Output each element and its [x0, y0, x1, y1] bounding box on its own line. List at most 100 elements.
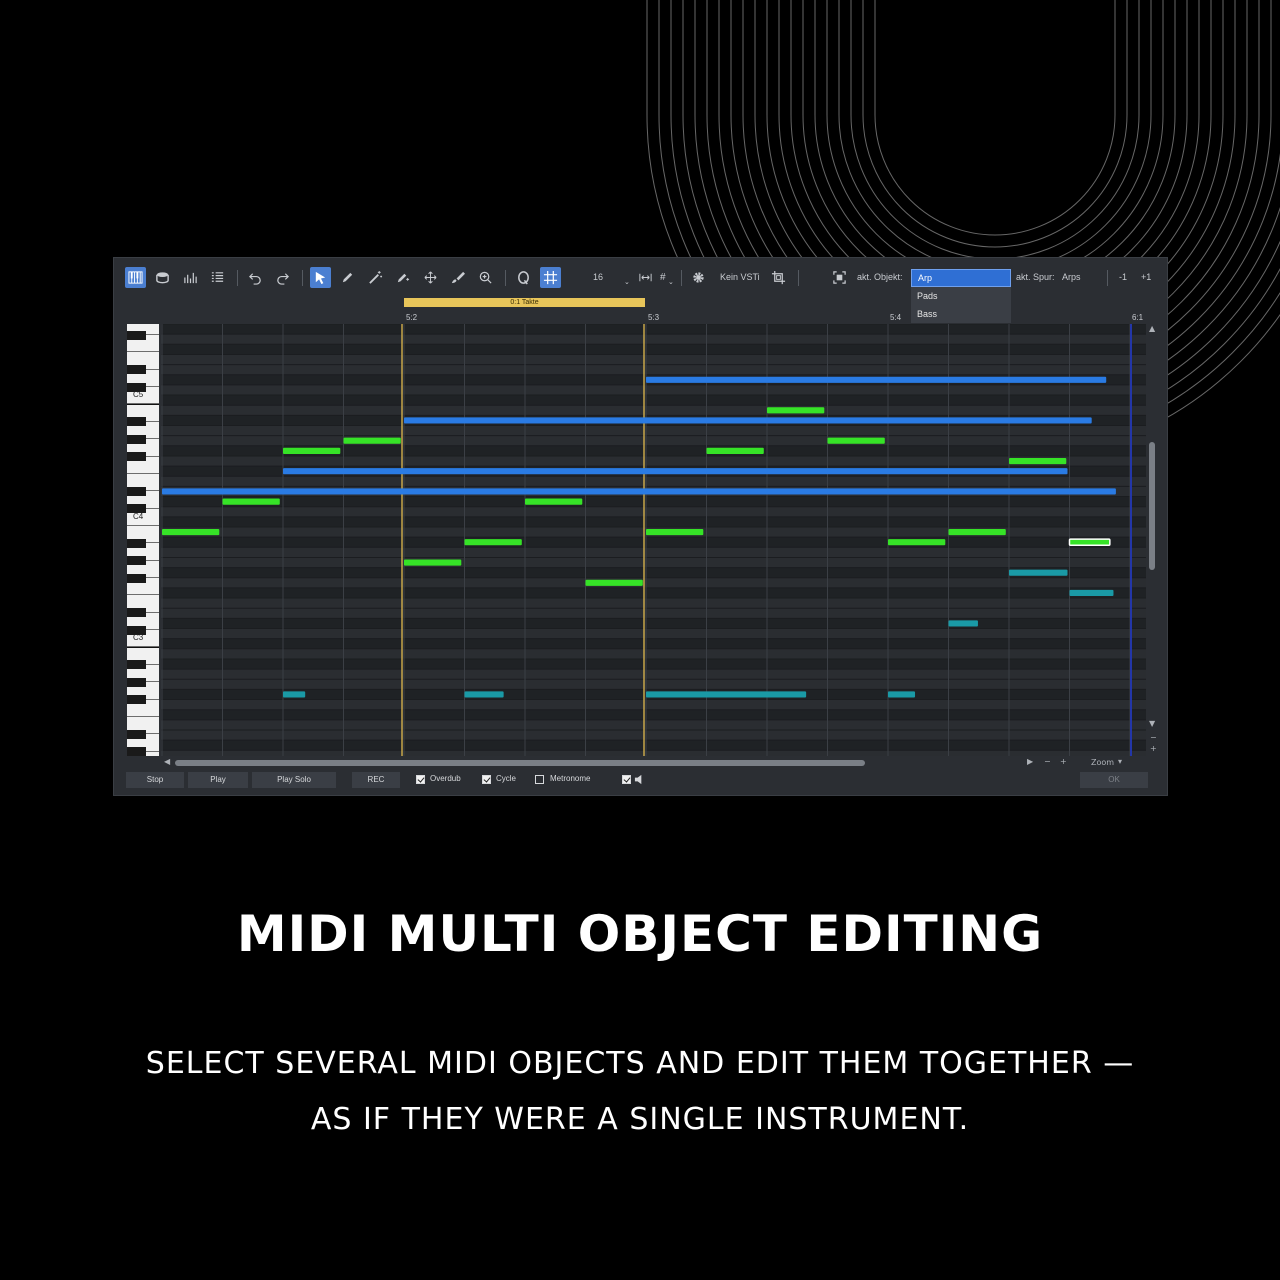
plus-one-button[interactable]: +1 — [1141, 272, 1151, 282]
midi-note[interactable] — [948, 529, 1006, 536]
note-length-icon[interactable] — [635, 267, 656, 288]
select-arrow-icon[interactable] — [310, 267, 331, 288]
undo-icon[interactable] — [245, 267, 266, 288]
object-option-pads[interactable]: Pads — [911, 287, 1011, 305]
piano-roll-view-icon[interactable] — [125, 267, 146, 288]
brush-icon[interactable] — [447, 267, 468, 288]
scroll-up-icon[interactable]: ▲ — [1149, 324, 1155, 333]
black-key[interactable] — [127, 434, 146, 444]
midi-note[interactable] — [283, 468, 1068, 475]
midi-note[interactable] — [827, 437, 885, 444]
scroll-right-icon[interactable]: ▶ — [1027, 757, 1033, 766]
snap-grid-icon[interactable] — [540, 267, 561, 288]
black-key[interactable] — [127, 452, 146, 462]
midi-note[interactable] — [343, 437, 401, 444]
black-key[interactable] — [127, 573, 146, 583]
event-list-icon[interactable] — [207, 267, 228, 288]
black-key[interactable] — [127, 695, 146, 705]
midi-note[interactable] — [1069, 589, 1114, 597]
midi-note[interactable] — [404, 559, 462, 566]
midi-note[interactable] — [706, 447, 764, 454]
scroll-down-icon[interactable]: ▼ — [1149, 719, 1155, 728]
move-tool-icon[interactable] — [420, 267, 441, 288]
redo-icon[interactable] — [272, 267, 293, 288]
track-value[interactable]: Arps — [1062, 272, 1081, 282]
black-key[interactable] — [127, 608, 146, 618]
black-key[interactable] — [127, 417, 146, 427]
metronome-checkbox[interactable] — [535, 775, 544, 784]
midi-note[interactable] — [1009, 457, 1067, 465]
zoom-tool-icon[interactable] — [475, 267, 496, 288]
midi-note[interactable] — [1068, 538, 1111, 547]
midi-note[interactable] — [525, 498, 583, 505]
hzoom-in-icon[interactable]: + — [1060, 757, 1067, 766]
vsti-label[interactable]: Kein VSTi — [720, 272, 760, 282]
fit-view-icon[interactable] — [829, 267, 850, 288]
vzoom-out-icon[interactable]: − — [1150, 733, 1157, 742]
midi-note[interactable] — [162, 529, 220, 536]
black-key[interactable] — [127, 556, 146, 566]
midi-note[interactable] — [162, 488, 1116, 495]
midi-note[interactable] — [888, 539, 946, 546]
black-key[interactable] — [127, 729, 146, 739]
note-grid[interactable] — [161, 324, 1146, 756]
midi-note[interactable] — [585, 579, 643, 586]
piano-keyboard[interactable]: C5 C4 C3 — [127, 324, 159, 756]
grid-value[interactable]: 16 — [593, 272, 603, 282]
play-button[interactable]: Play — [188, 772, 248, 788]
midi-note[interactable] — [283, 691, 306, 698]
midi-note[interactable] — [222, 498, 280, 505]
midi-note[interactable] — [464, 539, 522, 546]
black-key[interactable] — [127, 677, 146, 687]
horizontal-scroll-thumb[interactable] — [175, 760, 865, 766]
overdub-checkbox[interactable] — [416, 775, 425, 784]
play-solo-button[interactable]: Play Solo — [252, 772, 336, 788]
vertical-scrollbar[interactable]: ▲ ▼ − + — [1146, 324, 1160, 756]
midi-note[interactable] — [464, 691, 504, 698]
midi-note[interactable] — [646, 376, 1107, 383]
midi-note[interactable] — [767, 407, 825, 414]
zoom-menu[interactable]: Zoom — [1091, 758, 1114, 767]
vertical-scroll-thumb[interactable] — [1149, 442, 1155, 570]
scroll-left-icon[interactable]: ◀ — [164, 757, 170, 766]
split-tool-icon[interactable] — [392, 267, 413, 288]
grid-row — [161, 557, 1146, 568]
rec-button[interactable]: REC — [352, 772, 400, 788]
midi-note[interactable] — [888, 691, 916, 698]
midi-note[interactable] — [948, 620, 978, 627]
ok-button[interactable]: OK — [1080, 772, 1148, 788]
grid-dropdown-chevron-icon[interactable]: ⌄ — [624, 278, 630, 286]
object-select[interactable]: Arp — [911, 269, 1011, 287]
black-key[interactable] — [127, 330, 146, 340]
object-option-bass[interactable]: Bass — [911, 305, 1011, 323]
cycle-checkbox[interactable] — [482, 775, 491, 784]
black-key[interactable] — [127, 365, 146, 375]
stop-button[interactable]: Stop — [126, 772, 184, 788]
horizontal-scrollbar[interactable]: ◀ ▶ − + Zoom ▾ — [161, 756, 1160, 770]
vzoom-in-icon[interactable]: + — [1150, 744, 1157, 753]
black-key[interactable] — [127, 660, 146, 670]
midi-note[interactable] — [404, 417, 1092, 424]
speaker-checkbox[interactable] — [622, 775, 631, 784]
black-key[interactable] — [127, 747, 146, 756]
grid-row — [161, 496, 1146, 507]
magic-wand-icon[interactable] — [365, 267, 386, 288]
sharp-dropdown-chevron-icon[interactable]: ⌄ — [668, 278, 674, 286]
velocity-view-icon[interactable] — [180, 267, 201, 288]
minus-one-button[interactable]: -1 — [1119, 272, 1127, 282]
crop-icon[interactable] — [768, 267, 789, 288]
zoom-chevron-icon[interactable]: ▾ — [1118, 757, 1122, 766]
midi-note[interactable] — [1009, 569, 1068, 576]
black-key[interactable] — [127, 486, 146, 496]
midi-note[interactable] — [646, 529, 704, 536]
loop-range[interactable]: 0:1 Takte — [404, 298, 645, 307]
midi-note[interactable] — [646, 691, 807, 698]
hzoom-out-icon[interactable]: − — [1044, 757, 1051, 766]
pencil-icon[interactable] — [337, 267, 358, 288]
gear-icon[interactable] — [688, 267, 709, 288]
drum-editor-icon[interactable] — [152, 267, 173, 288]
quantize-icon[interactable] — [513, 267, 534, 288]
midi-note[interactable] — [283, 447, 341, 454]
sharp-icon[interactable]: # — [660, 272, 666, 283]
black-key[interactable] — [127, 538, 146, 548]
